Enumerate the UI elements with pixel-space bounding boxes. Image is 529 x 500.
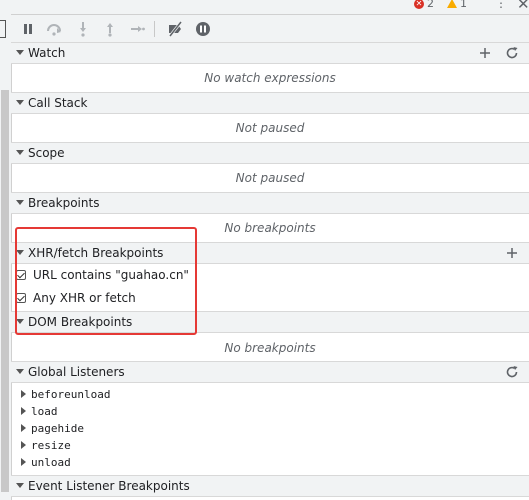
scope-empty-message: Not paused xyxy=(235,171,305,185)
listener-item[interactable]: load xyxy=(21,403,58,419)
expand-arrow-icon xyxy=(21,441,26,449)
watch-empty-message: No watch expressions xyxy=(204,71,336,85)
warning-count: 1 xyxy=(460,0,467,10)
step-over-icon[interactable] xyxy=(46,21,62,37)
error-counter[interactable]: ✕ 2 xyxy=(414,0,434,10)
status-bar: ✕ 2 1 ⋮ ✕ xyxy=(11,0,529,15)
more-vert-icon[interactable]: ⋮ xyxy=(495,0,507,10)
debugger-toolbar xyxy=(11,15,529,43)
pause-icon[interactable] xyxy=(20,21,36,37)
listener-item[interactable]: resize xyxy=(21,437,71,453)
listener-item[interactable]: beforeunload xyxy=(21,386,110,402)
event-listener-breakpoints-title: Event Listener Breakpoints xyxy=(28,479,190,493)
expand-triangle-icon xyxy=(16,200,24,205)
toolbar-separator xyxy=(154,21,155,37)
pause-on-exceptions-icon[interactable] xyxy=(195,21,211,37)
listener-item[interactable]: unload xyxy=(21,454,71,470)
add-icon[interactable] xyxy=(505,246,519,260)
breakpoints-title: Breakpoints xyxy=(28,196,100,210)
warning-counter[interactable]: 1 xyxy=(447,0,467,10)
scope-title: Scope xyxy=(28,146,65,160)
step-into-icon[interactable] xyxy=(75,21,91,37)
listener-item[interactable]: pagehide xyxy=(21,420,84,436)
watch-section-header[interactable]: Watch xyxy=(11,42,529,64)
watch-title: Watch xyxy=(28,46,66,60)
call-stack-empty-message: Not paused xyxy=(235,121,305,135)
warning-icon xyxy=(447,0,457,8)
expand-triangle-icon xyxy=(16,100,24,105)
add-icon[interactable] xyxy=(478,46,492,60)
expand-triangle-icon xyxy=(16,50,24,55)
panel-toggle-icon[interactable] xyxy=(0,20,6,38)
annotation-highlight-box xyxy=(15,227,197,335)
refresh-icon[interactable] xyxy=(505,46,519,60)
refresh-icon[interactable] xyxy=(505,365,519,379)
expand-triangle-icon xyxy=(16,483,24,488)
breakpoints-section-header[interactable]: Breakpoints xyxy=(11,192,529,214)
error-count: 2 xyxy=(427,0,434,10)
left-scrollbar[interactable] xyxy=(1,90,9,492)
close-icon[interactable]: ✕ xyxy=(517,0,529,13)
expand-triangle-icon xyxy=(16,369,24,374)
call-stack-title: Call Stack xyxy=(28,96,88,110)
deactivate-breakpoints-icon[interactable] xyxy=(167,21,183,37)
listener-label: resize xyxy=(31,438,71,452)
expand-arrow-icon xyxy=(21,424,26,432)
expand-arrow-icon xyxy=(21,458,26,466)
dom-breakpoints-empty-message: No breakpoints xyxy=(224,341,316,355)
listener-label: unload xyxy=(31,455,71,469)
listener-label: beforeunload xyxy=(31,387,111,401)
listener-label: load xyxy=(31,404,58,418)
global-listeners-section-header[interactable]: Global Listeners xyxy=(11,361,529,383)
scope-section-header[interactable]: Scope xyxy=(11,142,529,164)
step-out-icon[interactable] xyxy=(102,21,118,37)
expand-arrow-icon xyxy=(21,390,26,398)
expand-arrow-icon xyxy=(21,407,26,415)
step-icon[interactable] xyxy=(129,21,145,37)
event-listener-breakpoints-section-header[interactable]: Event Listener Breakpoints xyxy=(11,475,529,497)
call-stack-section-header[interactable]: Call Stack xyxy=(11,92,529,114)
listener-label: pagehide xyxy=(31,421,84,435)
error-icon: ✕ xyxy=(414,0,424,9)
global-listeners-title: Global Listeners xyxy=(28,365,125,379)
expand-triangle-icon xyxy=(16,150,24,155)
